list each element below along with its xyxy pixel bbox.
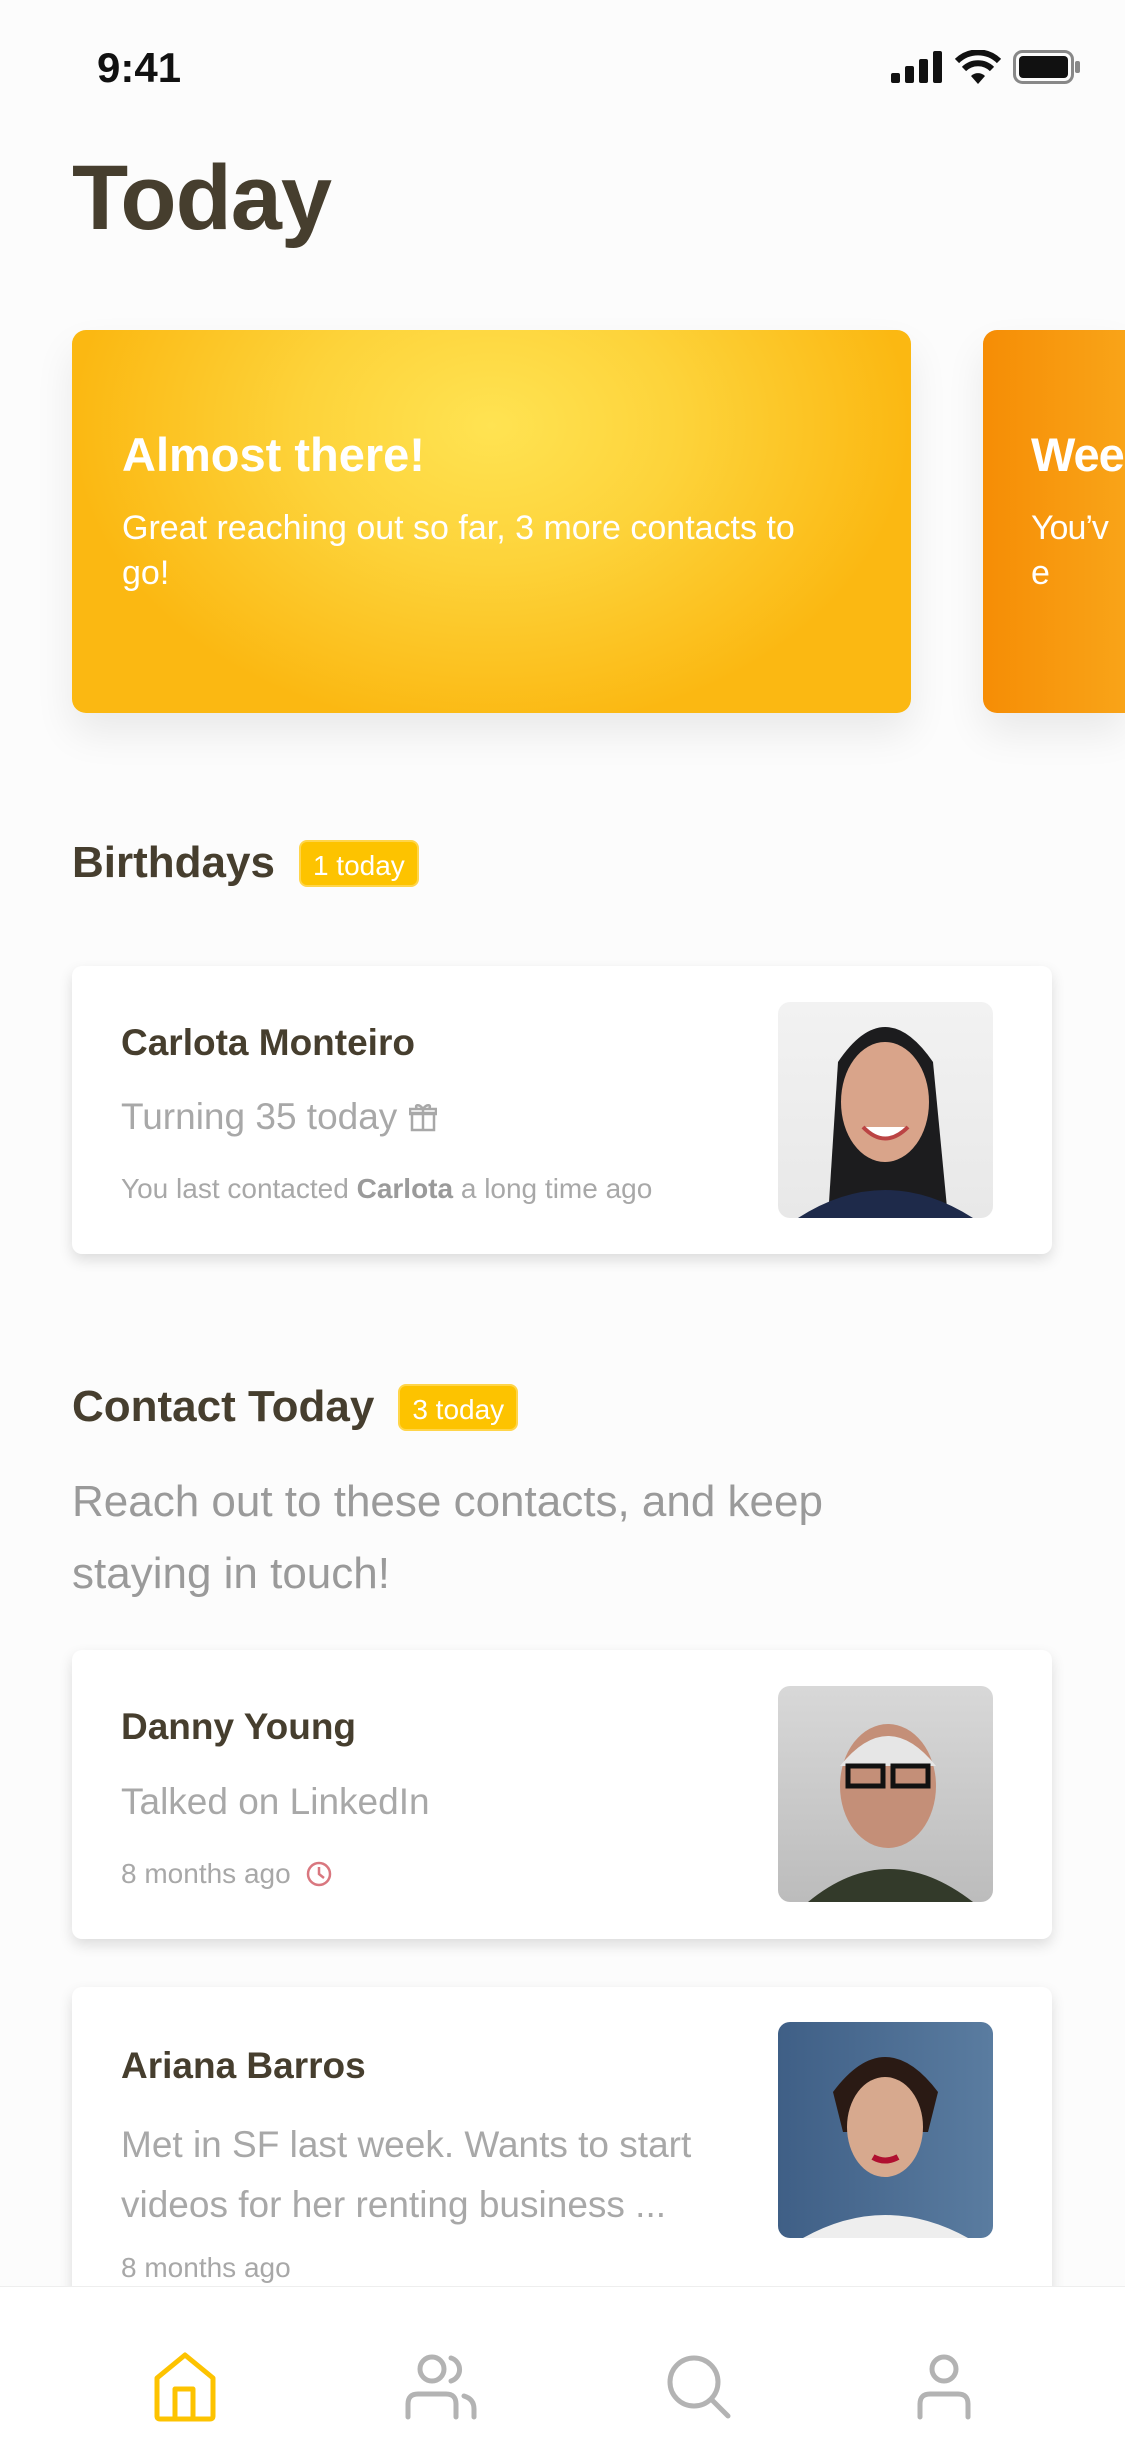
last-contact-time: 8 months ago [121, 1858, 333, 1890]
section-title: Birthdays [72, 838, 275, 887]
section-title: Contact Today [72, 1382, 375, 1431]
contact-today-header: Contact Today 3 today [72, 1382, 519, 1432]
tab-search[interactable] [659, 2347, 739, 2427]
contact-name: Danny Young [121, 1706, 357, 1747]
status-time: 9:41 [97, 44, 182, 91]
tab-bar [0, 2286, 1125, 2463]
last-contact-time: 8 months ago [121, 2252, 291, 2283]
promo-card-progress[interactable]: Almost there! Great reaching out so far,… [72, 330, 911, 713]
contacts-icon [405, 2354, 477, 2420]
clock-icon [306, 1861, 331, 1887]
birthday-card[interactable]: Carlota Monteiro Turning 35 today You la… [72, 966, 1052, 1254]
contact-note: Talked on LinkedIn [121, 1781, 430, 1822]
page-title: Today [72, 147, 332, 249]
contact-card[interactable]: Danny Young Talked on LinkedIn 8 months … [72, 1650, 1052, 1939]
contact-name: Ariana Barros [121, 2045, 366, 2086]
promo-title: Almost there! [122, 428, 425, 481]
wifi-icon [955, 50, 1001, 84]
contact-avatar [778, 1686, 993, 1902]
tab-contacts[interactable] [401, 2347, 481, 2427]
count-badge: 3 today [398, 1383, 519, 1431]
contact-note: Met in SF last week. Wants to start vide… [121, 2124, 692, 2225]
contact-name: Carlota Monteiro [121, 1022, 415, 1063]
battery-icon [1013, 50, 1080, 84]
promo-title: Wee [1031, 428, 1125, 481]
gift-icon [409, 1104, 438, 1132]
promo-text: You’ve [1031, 509, 1109, 592]
tab-home[interactable] [145, 2347, 225, 2427]
signal-icon [891, 51, 942, 83]
search-icon [667, 2355, 731, 2419]
status-icons [891, 50, 1081, 84]
contact-avatar [778, 1002, 993, 1218]
home-icon [154, 2352, 216, 2422]
birthday-text: Turning 35 today [121, 1096, 398, 1137]
birthdays-header: Birthdays 1 today [72, 838, 419, 888]
contact-card[interactable]: Ariana Barros Met in SF last week. Wants… [72, 1987, 1052, 2307]
birthday-detail: Turning 35 today [121, 1096, 438, 1138]
promo-card-weekly[interactable]: Wee You’ve [983, 330, 1125, 713]
contact-avatar [778, 2022, 993, 2238]
tab-profile[interactable] [904, 2347, 984, 2427]
last-contacted: You last contacted Carlota a long time a… [121, 1173, 653, 1204]
count-badge: 1 today [298, 839, 419, 887]
promo-text: Great reaching out so far, 3 more contac… [122, 509, 795, 592]
section-description: Reach out to these contacts, and keep st… [72, 1477, 823, 1598]
time-text: 8 months ago [121, 1858, 291, 1889]
profile-icon [917, 2354, 971, 2420]
